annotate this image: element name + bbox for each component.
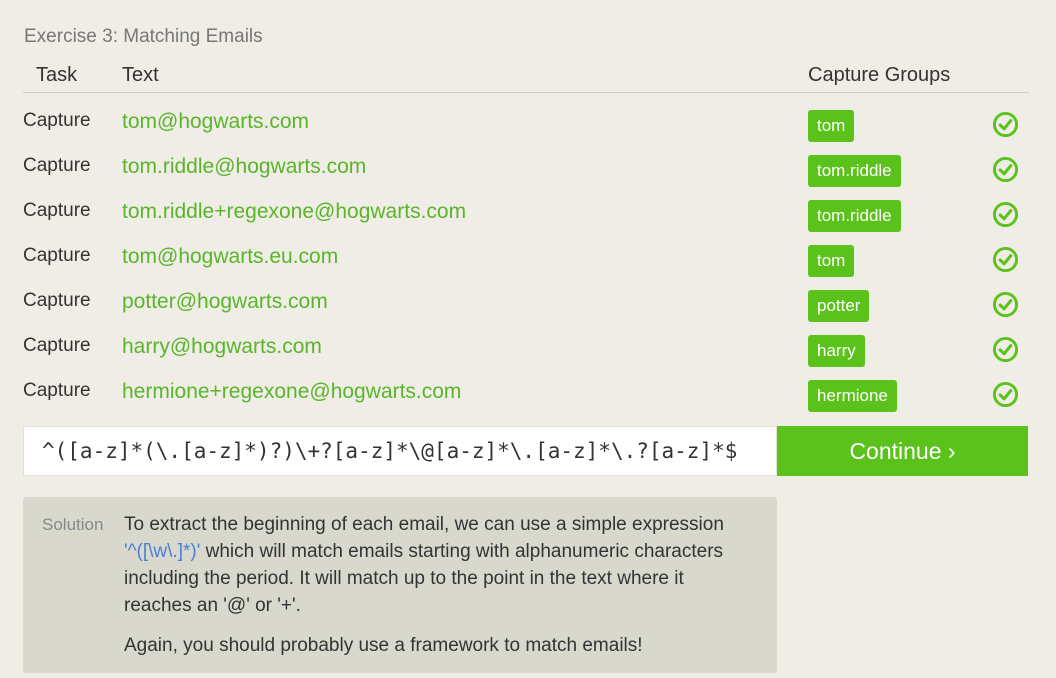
- test-string: harry@hogwarts.com: [122, 335, 322, 358]
- header-capture-groups: Capture Groups: [808, 64, 951, 86]
- test-string: tom@hogwarts.eu.com: [122, 245, 339, 268]
- task-label: Capture: [23, 290, 91, 311]
- task-label: Capture: [23, 380, 91, 401]
- solution-text-after: which will match emails starting with al…: [124, 541, 724, 616]
- solution-label: Solution: [42, 515, 104, 534]
- task-label: Capture: [23, 110, 91, 131]
- check-circle-icon: [992, 336, 1019, 363]
- table-row: Capture tom@hogwarts.com tom: [23, 104, 1029, 149]
- check-circle-icon: [992, 381, 1019, 408]
- check-circle-icon: [992, 246, 1019, 273]
- table-row: Capture hermione+regexone@hogwarts.com h…: [23, 374, 1029, 419]
- header-task: Task: [36, 64, 78, 86]
- capture-group-badge: hermione: [808, 380, 897, 412]
- header-text: Text: [122, 64, 159, 86]
- table-row: Capture tom.riddle@hogwarts.com tom.ridd…: [23, 149, 1029, 194]
- table-row: Capture harry@hogwarts.com harry: [23, 329, 1029, 374]
- task-label: Capture: [23, 245, 91, 266]
- regex-input-container: [23, 426, 777, 476]
- check-circle-icon: [992, 291, 1019, 318]
- task-label: Capture: [23, 335, 91, 356]
- regex-input[interactable]: [24, 427, 776, 475]
- task-label: Capture: [23, 200, 91, 221]
- table-row: Capture tom@hogwarts.eu.com tom: [23, 239, 1029, 284]
- solution-paragraph: To extract the beginning of each email, …: [124, 511, 754, 619]
- test-string: hermione+regexone@hogwarts.com: [122, 380, 462, 403]
- test-string: potter@hogwarts.com: [122, 290, 328, 313]
- check-circle-icon: [992, 111, 1019, 138]
- capture-group-badge: tom: [808, 110, 855, 142]
- table-row: Capture potter@hogwarts.com potter: [23, 284, 1029, 329]
- solution-text-before: To extract the beginning of each email, …: [124, 514, 724, 535]
- check-circle-icon: [992, 201, 1019, 228]
- test-string: tom.riddle+regexone@hogwarts.com: [122, 200, 467, 223]
- capture-group-badge: tom.riddle: [808, 155, 901, 187]
- solution-note: Again, you should probably use a framewo…: [124, 635, 643, 656]
- solution-panel: Solution To extract the beginning of eac…: [23, 497, 777, 673]
- capture-group-badge: tom.riddle: [808, 200, 901, 232]
- table-row: Capture tom.riddle+regexone@hogwarts.com…: [23, 194, 1029, 239]
- table-header: Task Text Capture Groups: [23, 58, 1029, 93]
- test-string: tom@hogwarts.com: [122, 110, 310, 133]
- solution-code: '^([\w\.]*)': [124, 541, 201, 562]
- solution-body: To extract the beginning of each email, …: [124, 511, 754, 659]
- capture-group-badge: potter: [808, 290, 870, 322]
- task-label: Capture: [23, 155, 91, 176]
- test-string: tom.riddle@hogwarts.com: [122, 155, 367, 178]
- capture-group-badge: harry: [808, 335, 865, 367]
- capture-group-badge: tom: [808, 245, 855, 277]
- check-circle-icon: [992, 156, 1019, 183]
- exercise-title: Exercise 3: Matching Emails: [24, 26, 263, 47]
- continue-button[interactable]: Continue ›: [777, 426, 1028, 476]
